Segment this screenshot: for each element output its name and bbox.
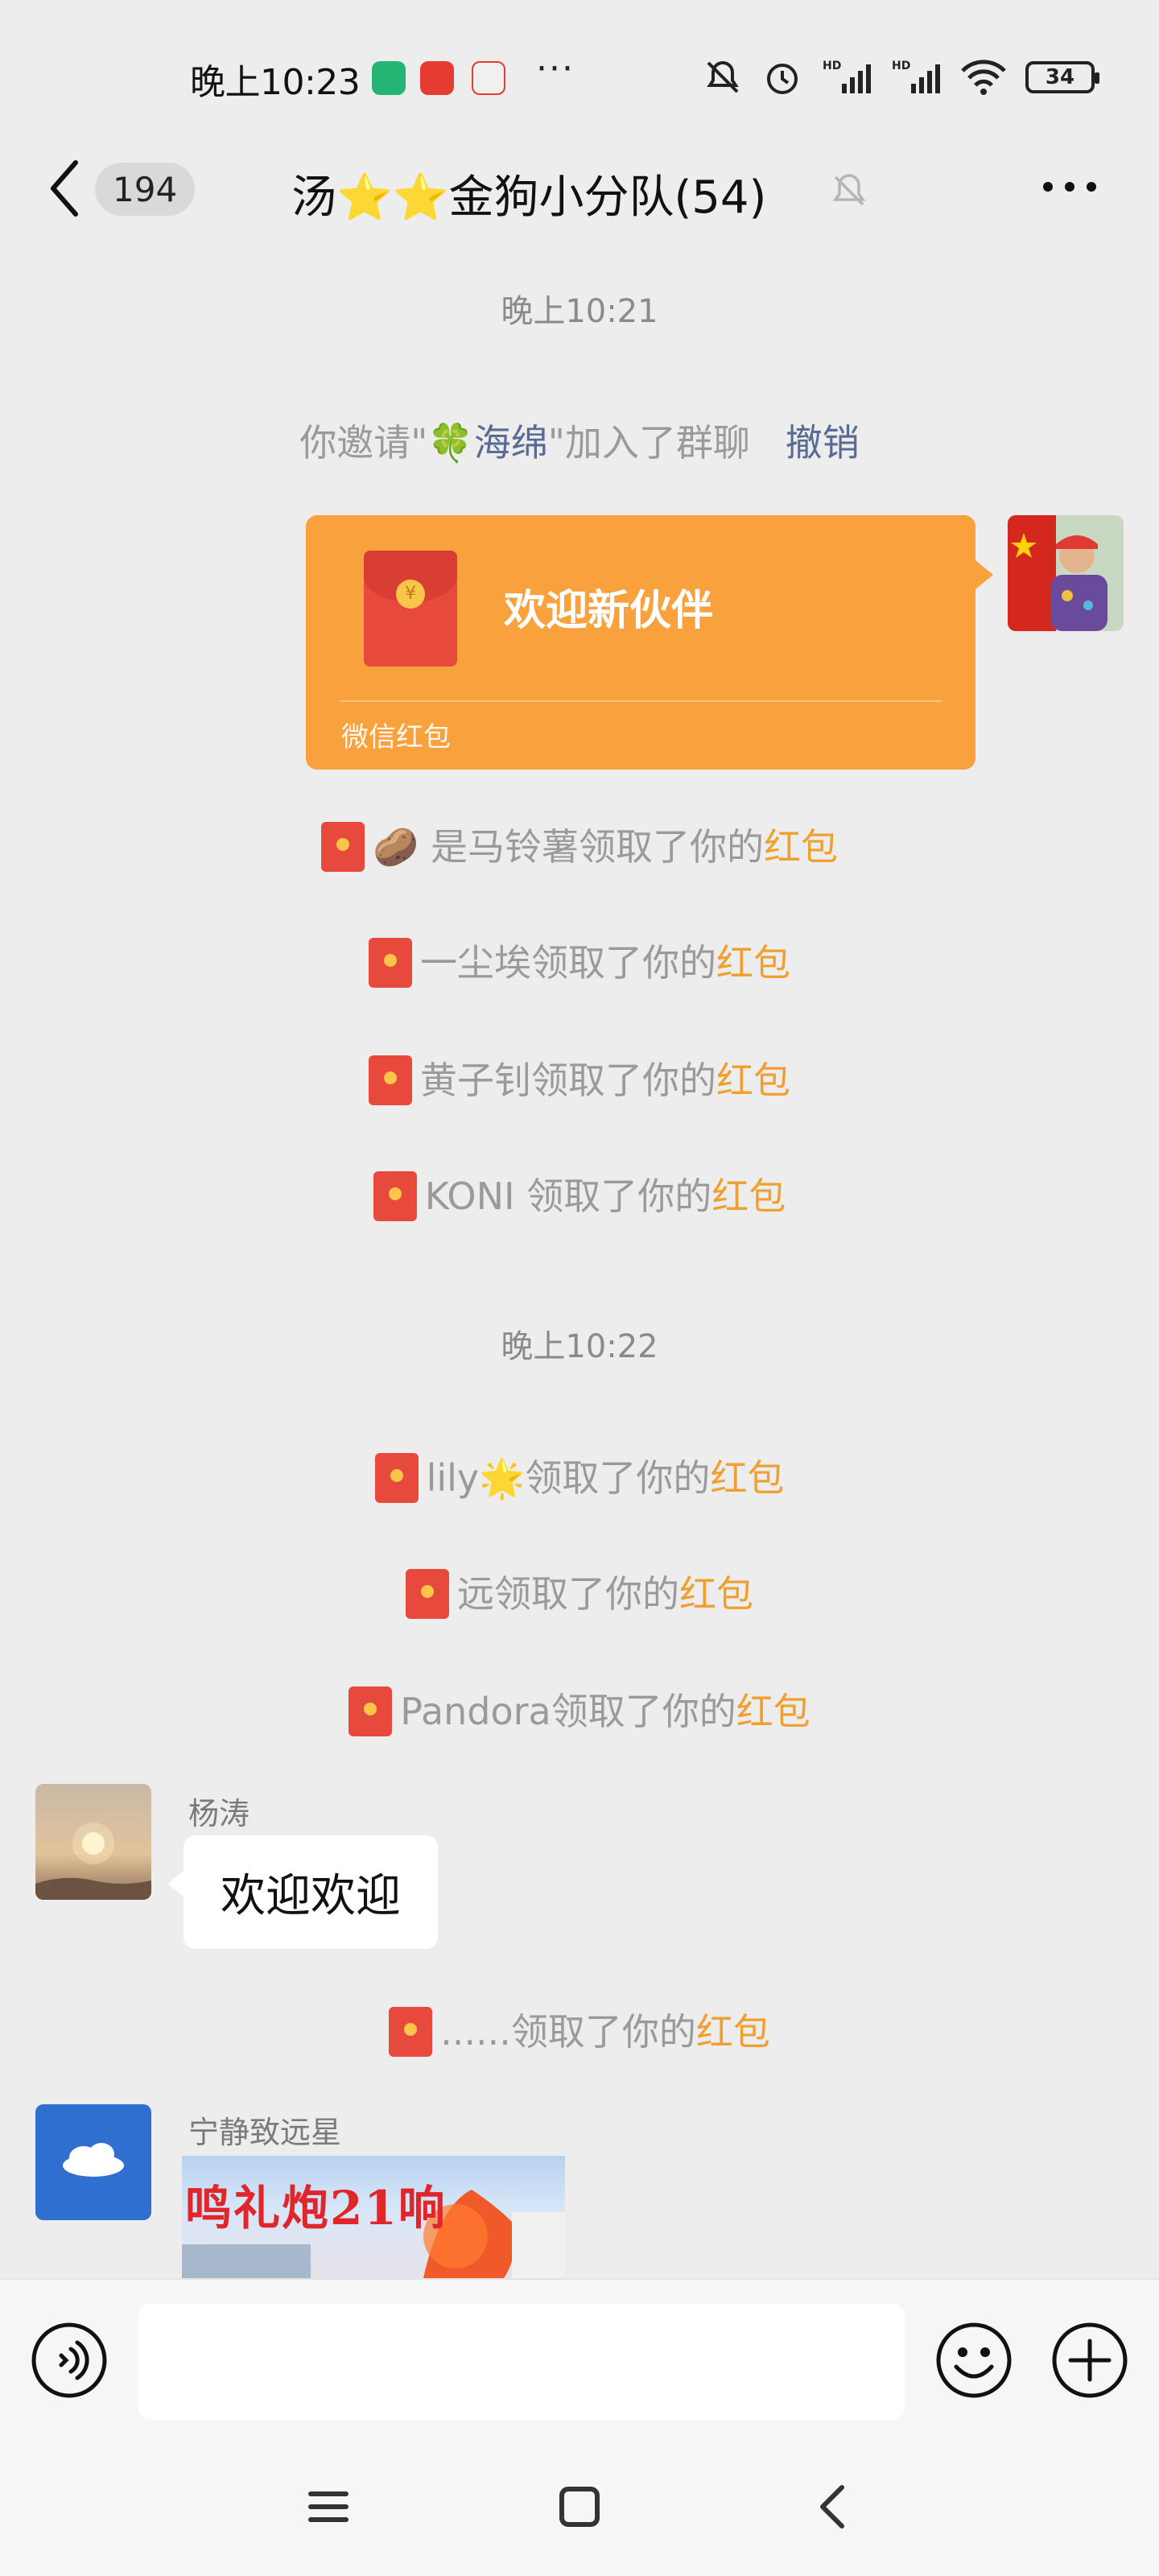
red-packet-small-icon: [369, 937, 412, 988]
invite-system-message: 你邀请"🍀海绵"加入了群聊 撤销: [0, 414, 1159, 467]
red-packet-icon: ¥: [364, 551, 457, 667]
unread-count-badge[interactable]: 194: [95, 163, 196, 216]
red-packet-link[interactable]: 红包: [736, 1690, 810, 1733]
message-timestamp: 晚上10:21: [501, 293, 658, 330]
my-avatar[interactable]: [1008, 515, 1124, 631]
input-bar: [0, 2278, 1159, 2431]
back-nav-icon[interactable]: [800, 2475, 864, 2539]
red-packet-small-icon: [321, 821, 365, 872]
sticker-message[interactable]: 鸣礼炮21响: [182, 2156, 565, 2278]
red-packet-link[interactable]: 红包: [710, 1456, 784, 1500]
text-message-bubble[interactable]: 欢迎欢迎: [167, 1835, 438, 1949]
plus-icon[interactable]: [1050, 2320, 1130, 2401]
claimer-name: Pandora: [400, 1690, 551, 1733]
red-packet-small-icon: [349, 1686, 393, 1736]
red-packet-message[interactable]: ¥ 欢迎新伙伴 微信红包: [306, 515, 993, 770]
chat-title: 汤⭐⭐金狗小分队(54): [291, 171, 767, 224]
message-input[interactable]: [138, 2304, 905, 2420]
yuan-coin-icon: ¥: [396, 580, 425, 609]
status-time: 晚上10:23: [190, 62, 361, 103]
home-square-icon[interactable]: [547, 2475, 612, 2539]
claim-notice: lily🌟领取了你的红包: [0, 1449, 1159, 1506]
red-packet-label: 微信红包: [341, 721, 451, 753]
system-nav-bar: [0, 2431, 1159, 2576]
red-packet-small-icon: [373, 1170, 417, 1221]
chat-screen: 晚上10:23 ··· HD HD 34 194 汤⭐⭐金狗小分队(54) 晚上…: [0, 0, 1159, 2576]
svg-text:HD: HD: [823, 60, 841, 72]
map-pin-app-icon: [472, 61, 505, 95]
red-packet-link[interactable]: 红包: [696, 2010, 770, 2054]
emoji-icon[interactable]: [934, 2320, 1014, 2401]
svg-text:HD: HD: [892, 60, 910, 72]
revoke-link[interactable]: 撤销: [786, 421, 860, 464]
sender-avatar[interactable]: [35, 1784, 151, 1900]
more-options-icon[interactable]: [1041, 179, 1098, 195]
claimer-name: lily🌟: [426, 1456, 526, 1500]
sender-name: 杨涛: [188, 1796, 250, 1831]
more-notifications-icon: ···: [536, 48, 575, 89]
claim-notice: 黄子钊领取了你的红包: [0, 1051, 1159, 1108]
red-packet-small-icon: [374, 1452, 419, 1503]
back-arrow-icon[interactable]: [45, 156, 82, 221]
red-packet-link[interactable]: 红包: [716, 1059, 790, 1102]
red-packet-link[interactable]: 红包: [679, 1572, 753, 1616]
red-packet-link[interactable]: 红包: [764, 825, 838, 869]
invite-suffix: "加入了群聊: [547, 421, 750, 464]
mute-status-icon: [707, 60, 739, 93]
message-timestamp: 晚上10:22: [501, 1328, 658, 1365]
claim-notice: 一尘埃领取了你的红包: [0, 934, 1159, 991]
claimer-name: ......: [440, 2010, 511, 2054]
claimer-name: 一尘埃: [420, 941, 531, 985]
red-packet-link[interactable]: 红包: [711, 1174, 786, 1218]
signal-hd-2-icon: HD: [892, 60, 940, 93]
menu-icon[interactable]: [296, 2475, 361, 2539]
battery-indicator: 34: [1025, 61, 1099, 93]
muted-bell-icon: [832, 174, 866, 206]
red-packet-small-icon: [369, 1055, 412, 1105]
sender-avatar[interactable]: [35, 2104, 151, 2220]
chat-header: 194 汤⭐⭐金狗小分队(54): [0, 137, 1159, 250]
claimer-name: KONI: [424, 1174, 527, 1218]
red-packet-divider: [340, 700, 942, 702]
claimer-name: 🥔 是马铃薯: [373, 825, 579, 869]
status-bar: 晚上10:23 ··· HD HD 34: [0, 0, 1159, 153]
clover-emoji: 🍀: [427, 421, 474, 464]
claim-notice: ......领取了你的红包: [0, 2003, 1159, 2060]
sender-name: 宁静致远星: [188, 2115, 342, 2150]
shield-app-icon: [372, 61, 406, 95]
sticker-caption: 鸣礼炮21响: [185, 2181, 447, 2235]
signal-hd-1-icon: HD: [823, 60, 871, 93]
invite-prefix: 你邀请": [299, 421, 428, 464]
voice-input-icon[interactable]: [29, 2320, 109, 2401]
claim-notice: 远领取了你的红包: [0, 1565, 1159, 1622]
invited-user-link[interactable]: 海绵: [474, 421, 548, 464]
claim-notice: Pandora领取了你的红包: [0, 1682, 1159, 1740]
red-packet-link[interactable]: 红包: [716, 941, 790, 985]
alarm-icon: [767, 64, 798, 94]
red-packet-small-icon: [406, 1568, 449, 1619]
claim-notice: 🥔 是马铃薯领取了你的红包: [0, 818, 1159, 875]
claim-notice: KONI 领取了你的红包: [0, 1167, 1159, 1224]
wifi-icon: [961, 60, 1006, 95]
red-packet-greeting: 欢迎新伙伴: [504, 587, 714, 635]
claimer-name: 远: [457, 1572, 494, 1616]
red-packet-small-icon: [389, 2006, 433, 2057]
c-app-icon: [420, 61, 454, 95]
status-indicators: HD HD 34: [702, 56, 1099, 98]
claimer-name: 黄子钊: [420, 1059, 531, 1102]
